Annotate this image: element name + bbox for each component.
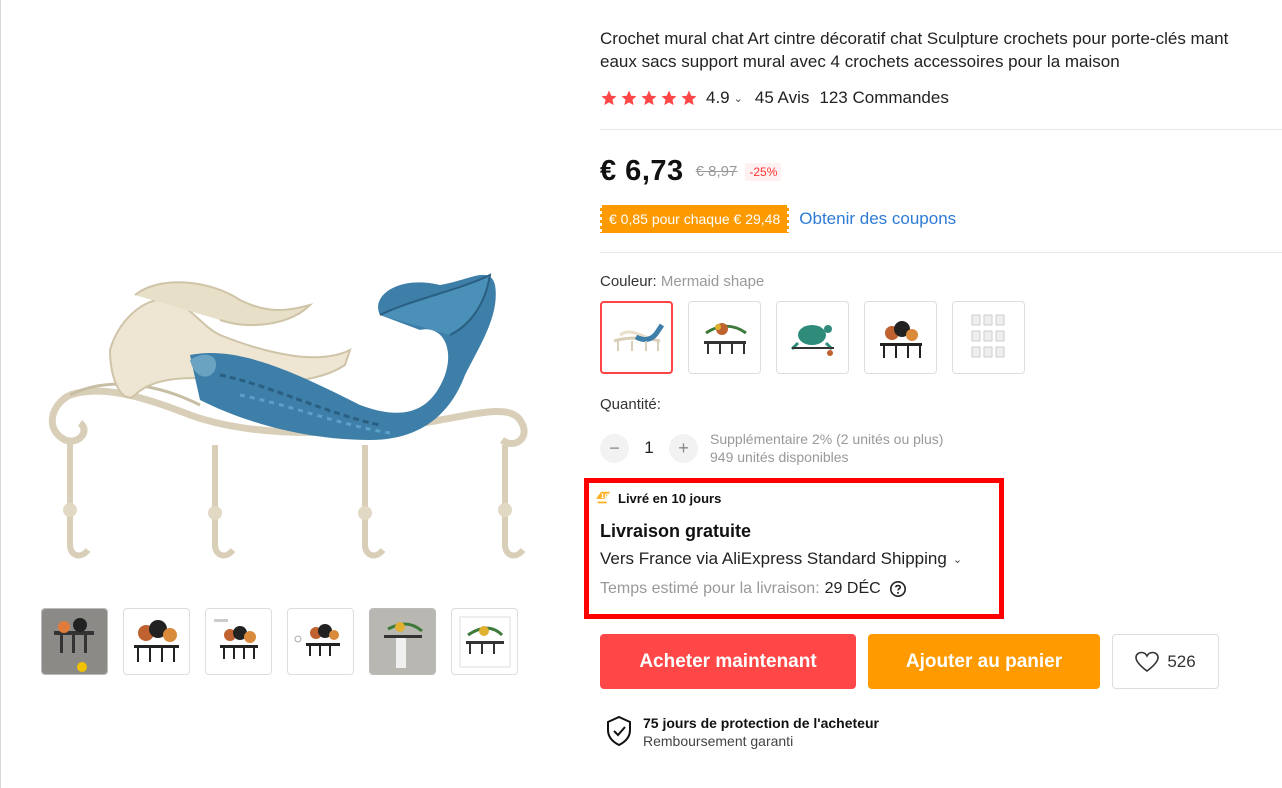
delivery-badge: 10 Livré en 10 jours [594, 490, 721, 506]
divider [600, 252, 1282, 253]
color-swatches [600, 301, 1025, 374]
quantity-info: Supplémentaire 2% (2 unités ou plus) 949… [710, 430, 943, 466]
color-label-text: Couleur: [600, 273, 657, 290]
product-title-line-2: eaux sacs support mural avec 4 crochets … [600, 52, 1120, 71]
swatch-hooks-set[interactable] [952, 301, 1025, 374]
buy-now-button[interactable]: Acheter maintenant [600, 634, 856, 689]
divider [600, 129, 1282, 130]
quantity-label: Quantité: [600, 396, 661, 413]
discount-badge: -25% [745, 162, 782, 181]
delivery-estimate-label: Temps estimé pour la livraison: [600, 580, 820, 597]
thumbnail-4[interactable] [287, 608, 354, 675]
thumbnail-5[interactable] [369, 608, 436, 675]
rating-value[interactable]: 4.9 [706, 88, 730, 108]
fast-delivery-icon: 10 [595, 491, 611, 504]
star-icon [621, 90, 637, 106]
price-row: € 6,73 € 8,97 -25% [600, 155, 782, 188]
swatch-mermaid[interactable] [600, 301, 673, 374]
chevron-down-icon[interactable]: ⌄ [953, 553, 962, 566]
stock-available-text: 949 unités disponibles [710, 449, 849, 465]
svg-text:10: 10 [600, 493, 609, 500]
wishlist-count: 526 [1167, 651, 1196, 671]
color-value: Mermaid shape [660, 273, 765, 290]
delivery-date: 29 DÉC [824, 580, 881, 597]
rating-row: 4.9 ⌄ 45 Avis 123 Commandes [600, 88, 949, 108]
wishlist-button[interactable]: 526 [1112, 634, 1219, 689]
bulk-discount-text: Supplémentaire 2% (2 unités ou plus) [710, 431, 944, 447]
delivery-estimate: Temps estimé pour la livraison: 29 DÉC [600, 580, 907, 598]
thumbnail-strip [41, 608, 518, 675]
page-edge [0, 0, 1, 788]
quantity-plus-button[interactable]: + [669, 433, 698, 463]
current-price: € 6,73 [600, 155, 684, 187]
shield-check-icon [607, 715, 631, 747]
star-icon [681, 90, 697, 106]
thumbnail-3[interactable] [205, 608, 272, 675]
delivery-badge-text: Livré en 10 jours [618, 490, 722, 506]
star-icon [661, 90, 677, 106]
thumbnail-6[interactable] [451, 608, 518, 675]
coupon-row: € 0,85 pour chaque € 29,48 Obtenir des c… [597, 205, 956, 233]
protection-subtitle: Remboursement garanti [643, 733, 794, 749]
quantity-value[interactable]: 1 [629, 438, 669, 458]
color-label: Couleur: Mermaid shape [600, 273, 764, 290]
get-coupons-link[interactable]: Obtenir des coupons [799, 209, 956, 229]
quantity-stepper: − 1 + Supplémentaire 2% (2 unités ou plu… [600, 430, 943, 466]
quantity-minus-button[interactable]: − [600, 433, 629, 463]
swatch-bird[interactable] [688, 301, 761, 374]
add-to-cart-button[interactable]: Ajouter au panier [868, 634, 1100, 689]
shipping-method[interactable]: Vers France via AliExpress Standard Ship… [600, 549, 974, 569]
reviews-link[interactable]: 45 Avis [755, 88, 810, 108]
coupon-badge: € 0,85 pour chaque € 29,48 [597, 205, 792, 233]
product-title: Crochet mural chat Art cintre décoratif … [600, 27, 1282, 73]
thumbnail-2[interactable] [123, 608, 190, 675]
product-title-line-1: Crochet mural chat Art cintre décoratif … [600, 29, 1229, 48]
main-product-image[interactable] [40, 255, 540, 575]
orders-count: 123 Commandes [819, 88, 949, 107]
buyer-protection: 75 jours de protection de l'acheteur Rem… [605, 715, 879, 749]
star-icon [601, 90, 617, 106]
swatch-turtle[interactable] [776, 301, 849, 374]
rating-stars [600, 89, 698, 107]
chevron-down-icon[interactable]: ⌄ [734, 92, 743, 105]
help-icon[interactable] [889, 580, 907, 598]
swatch-cats[interactable] [864, 301, 937, 374]
original-price: € 8,97 [695, 163, 738, 180]
heart-icon [1135, 651, 1160, 672]
protection-title: 75 jours de protection de l'acheteur [643, 715, 879, 731]
star-icon [641, 90, 657, 106]
shipping-route-text[interactable]: Vers France via AliExpress Standard Ship… [600, 549, 947, 569]
free-shipping-label: Livraison gratuite [600, 521, 752, 541]
thumbnail-1[interactable] [41, 608, 108, 675]
